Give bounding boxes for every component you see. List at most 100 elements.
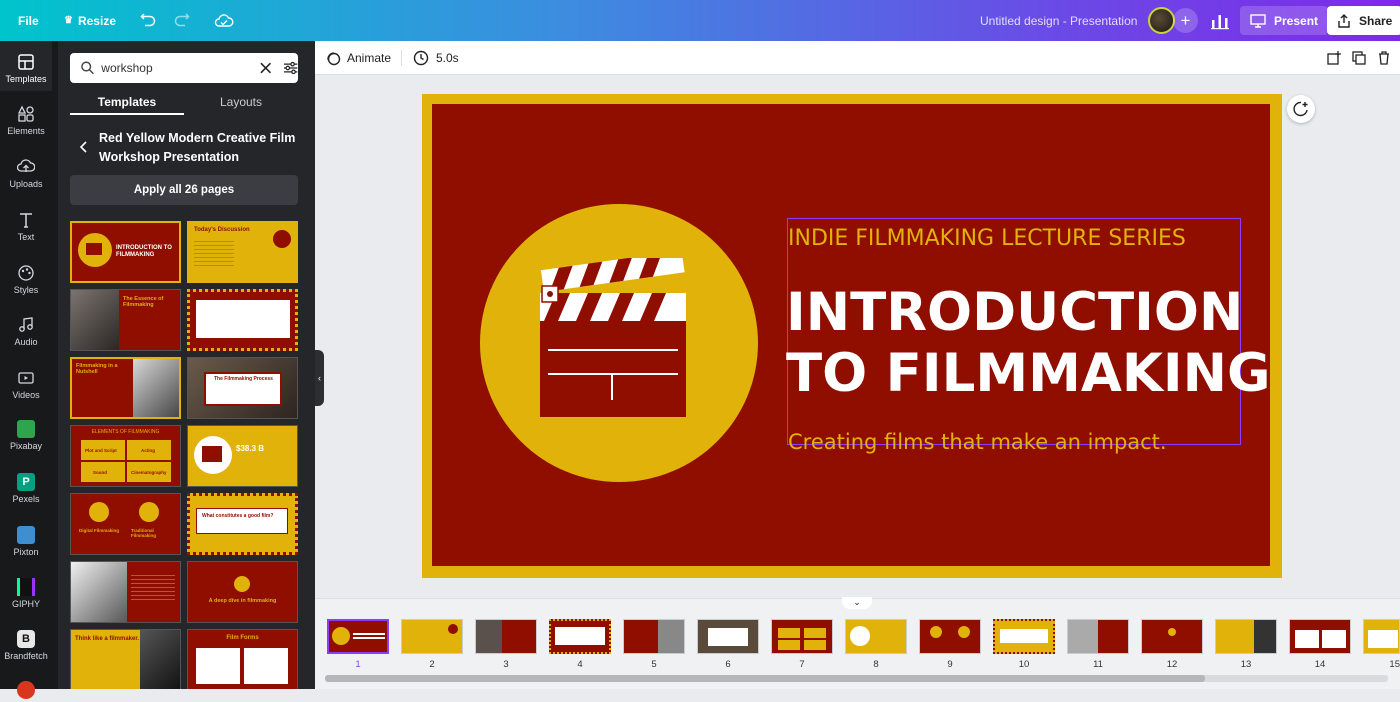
cloud-icon [214, 13, 234, 27]
rail-item-audio[interactable]: Audio [0, 316, 52, 347]
share-label: Share [1359, 13, 1393, 28]
brandfetch-icon: B [17, 630, 35, 648]
scrollbar-thumb[interactable] [325, 675, 1205, 682]
share-button[interactable]: Share [1327, 6, 1400, 35]
page-thumb-10[interactable] [993, 619, 1055, 654]
page-strip-scrollbar[interactable] [325, 675, 1388, 682]
rail-item-brandfetch[interactable]: B Brandfetch [0, 630, 52, 661]
animate-icon [327, 52, 341, 66]
present-button[interactable]: Present [1240, 6, 1329, 35]
page-thumb-3[interactable] [475, 619, 537, 654]
design-title[interactable]: Untitled design - Presentation [980, 0, 1137, 41]
rail-label-pexels: Pexels [12, 494, 40, 504]
template-page-thumb[interactable]: ELEMENTS OF FILMMAKING Plot and Script A… [70, 425, 181, 487]
template-page-thumb[interactable]: Think like a filmmaker. [70, 629, 181, 689]
rail-item-pixton[interactable]: Pixton [0, 526, 52, 557]
insights-button[interactable] [1209, 0, 1231, 41]
template-page-thumb[interactable]: Filmmaking in a Nutshell [70, 357, 181, 419]
template-page-thumb[interactable] [187, 289, 298, 351]
page-thumb-5[interactable] [623, 619, 685, 654]
chevron-left-icon: ‹ [318, 373, 321, 383]
thumb-text: Digital Filmmaking [79, 528, 120, 533]
rail-label-elements: Elements [7, 126, 45, 136]
filter-icon[interactable] [283, 60, 298, 76]
page-thumb-1[interactable] [327, 619, 389, 654]
page-number: 14 [1314, 659, 1326, 670]
elements-icon [17, 105, 34, 122]
save-status-button[interactable] [214, 0, 234, 41]
page-thumb-8[interactable] [845, 619, 907, 654]
page-thumb-7[interactable] [771, 619, 833, 654]
rail-item-elements[interactable]: Elements [0, 105, 52, 136]
tab-templates[interactable]: Templates [70, 91, 184, 115]
thumb-text: INTRODUCTION TO FILMMAKING [116, 245, 172, 258]
rail-item-videos[interactable]: Videos [0, 369, 52, 400]
page-number: 3 [503, 659, 509, 670]
redo-button[interactable] [174, 0, 190, 41]
audio-icon [19, 317, 33, 332]
template-page-thumb[interactable]: The Filmmaking Process [187, 357, 298, 419]
tab-layouts[interactable]: Layouts [184, 91, 298, 113]
page-thumb-13[interactable] [1215, 619, 1277, 654]
page-thumb-15[interactable] [1363, 619, 1400, 654]
rail-item-text[interactable]: Text [0, 211, 52, 242]
template-page-thumb[interactable]: INTRODUCTION TO FILMMAKING [70, 221, 181, 283]
rail-item-giphy[interactable]: GIPHY [0, 578, 52, 609]
page-number: 13 [1240, 659, 1252, 670]
clear-icon[interactable] [259, 61, 272, 75]
apply-all-button[interactable]: Apply all 26 pages [70, 175, 298, 205]
page-number: 11 [1093, 659, 1103, 670]
add-comment-button[interactable] [1287, 95, 1315, 123]
collapse-panel-handle[interactable]: ‹ [315, 350, 324, 406]
template-page-thumb[interactable]: Film Forms [187, 629, 298, 689]
add-collaborator-button[interactable]: + [1173, 0, 1198, 41]
template-page-thumb[interactable]: Today's Discussion [187, 221, 298, 283]
thumb-text: Filmmaking in a Nutshell [76, 363, 118, 375]
undo-button[interactable] [140, 0, 156, 41]
series-subtitle[interactable]: INDIE FILMMAKING LECTURE SERIES [788, 226, 1186, 251]
rail-item-uploads[interactable]: Uploads [0, 158, 52, 189]
slide-tagline[interactable]: Creating films that make an impact. [788, 430, 1167, 454]
back-chevron-icon[interactable] [78, 140, 90, 154]
resize-button[interactable]: ♛ Resize [64, 0, 116, 41]
page-thumb-12[interactable] [1141, 619, 1203, 654]
add-page-icon[interactable] [1327, 51, 1341, 65]
avatar[interactable] [1148, 0, 1175, 41]
template-page-thumb[interactable]: $38.3 B [187, 425, 298, 487]
thumb-text: What constitutes a good film? [202, 513, 274, 519]
comment-add-icon [1293, 101, 1308, 117]
template-page-thumb[interactable]: What constitutes a good film? [187, 493, 298, 555]
template-page-thumb[interactable] [70, 561, 181, 623]
rail-item-templates[interactable]: Templates [0, 41, 52, 91]
file-menu-button[interactable]: File [18, 0, 39, 41]
slide-headline[interactable]: INTRODUCTION TO FILMMAKING [786, 282, 1271, 404]
page-thumb-9[interactable] [919, 619, 981, 654]
delete-page-icon[interactable] [1377, 51, 1391, 65]
duration-button[interactable]: 5.0s [413, 41, 459, 75]
rail-label-brandfetch: Brandfetch [4, 651, 48, 661]
thumb-text: Film Forms [226, 635, 259, 641]
rail-label-pixabay: Pixabay [9, 441, 43, 451]
template-page-thumb[interactable]: A deep dive in filmmaking [187, 561, 298, 623]
rail-item-more[interactable] [0, 681, 52, 702]
page-thumb-4[interactable] [549, 619, 611, 654]
thumb-text: Cinematography [131, 470, 167, 475]
page-thumb-6[interactable] [697, 619, 759, 654]
template-page-thumb[interactable]: Digital Filmmaking Traditional Filmmakin… [70, 493, 181, 555]
template-page-thumb[interactable]: The Essence of Filmmaking [70, 289, 181, 351]
rail-item-pixabay[interactable]: Pixabay [0, 420, 52, 451]
search-input[interactable] [101, 61, 252, 75]
clapperboard-icon[interactable] [534, 258, 694, 418]
duplicate-page-icon[interactable] [1352, 51, 1366, 65]
rail-item-styles[interactable]: Styles [0, 264, 52, 295]
expand-pages-button[interactable]: ⌄ [842, 597, 872, 609]
page-thumb-11[interactable] [1067, 619, 1129, 654]
template-title: Red Yellow Modern Creative Film Workshop… [99, 131, 296, 164]
page-thumb-14[interactable] [1289, 619, 1351, 654]
panel-tabs: Templates Layouts [70, 91, 298, 117]
slide-canvas[interactable]: INDIE FILMMAKING LECTURE SERIES INTRODUC… [422, 94, 1282, 578]
rail-item-pexels[interactable]: P Pexels [0, 473, 52, 504]
page-thumb-2[interactable] [401, 619, 463, 654]
file-label: File [18, 13, 39, 28]
animate-button[interactable]: Animate [325, 41, 391, 75]
